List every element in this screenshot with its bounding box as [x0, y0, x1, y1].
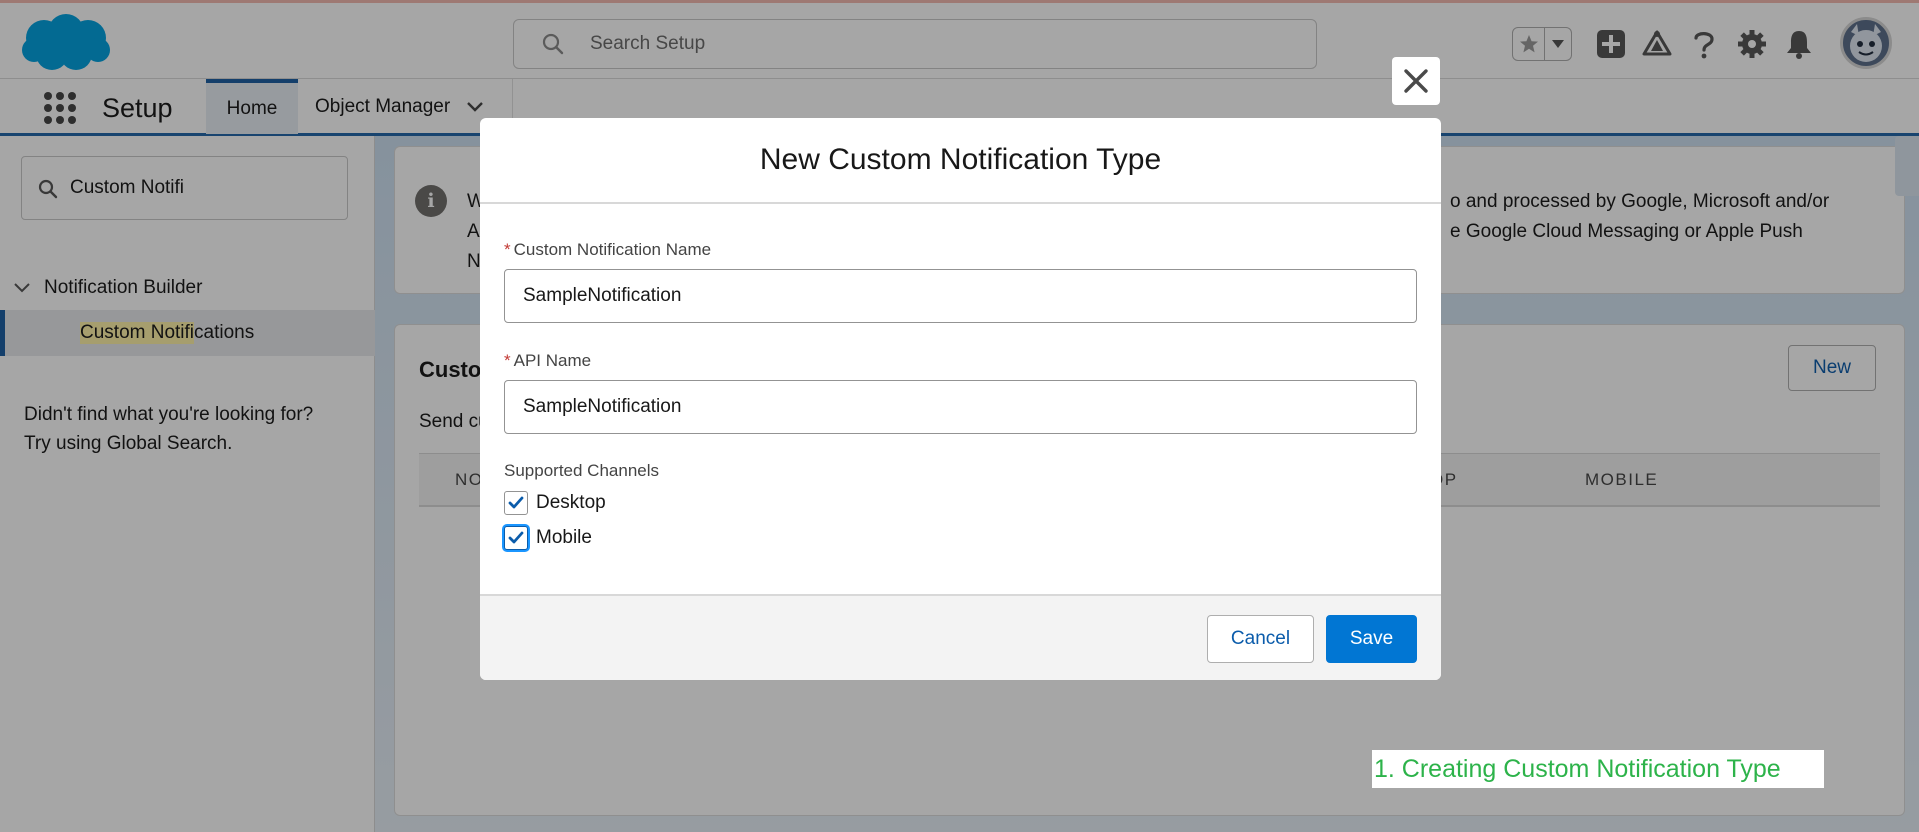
checkbox-label: Desktop	[536, 492, 606, 513]
checkbox[interactable]	[504, 526, 528, 550]
notification-name-label: * Custom Notification Name	[504, 240, 711, 260]
label-text: API Name	[513, 351, 592, 370]
cancel-button[interactable]: Cancel	[1207, 615, 1314, 663]
new-custom-notification-modal: New Custom Notification Type * Custom Not…	[480, 118, 1441, 680]
close-icon	[1404, 69, 1428, 93]
required-marker: *	[504, 240, 511, 259]
api-name-input[interactable]	[504, 380, 1417, 434]
checkbox-label: Mobile	[536, 527, 592, 548]
modal-title: New Custom Notification Type	[480, 118, 1441, 204]
checkmark-icon	[508, 496, 524, 509]
tutorial-caption: 1. Creating Custom Notification Type	[1372, 750, 1824, 788]
label-text: Custom Notification Name	[513, 240, 712, 259]
modal-close-button[interactable]	[1392, 57, 1440, 105]
notification-name-input[interactable]	[504, 269, 1417, 323]
supported-channels-label: Supported Channels	[504, 461, 660, 480]
mobile-channel-checkbox[interactable]: Mobile	[504, 525, 592, 551]
modal-footer: Cancel Save	[480, 594, 1441, 680]
api-name-label: * API Name	[504, 351, 591, 371]
checkbox[interactable]	[504, 491, 528, 515]
save-button[interactable]: Save	[1326, 615, 1417, 663]
desktop-channel-checkbox[interactable]: Desktop	[504, 490, 606, 516]
checkmark-icon	[508, 531, 524, 544]
required-marker: *	[504, 351, 511, 370]
